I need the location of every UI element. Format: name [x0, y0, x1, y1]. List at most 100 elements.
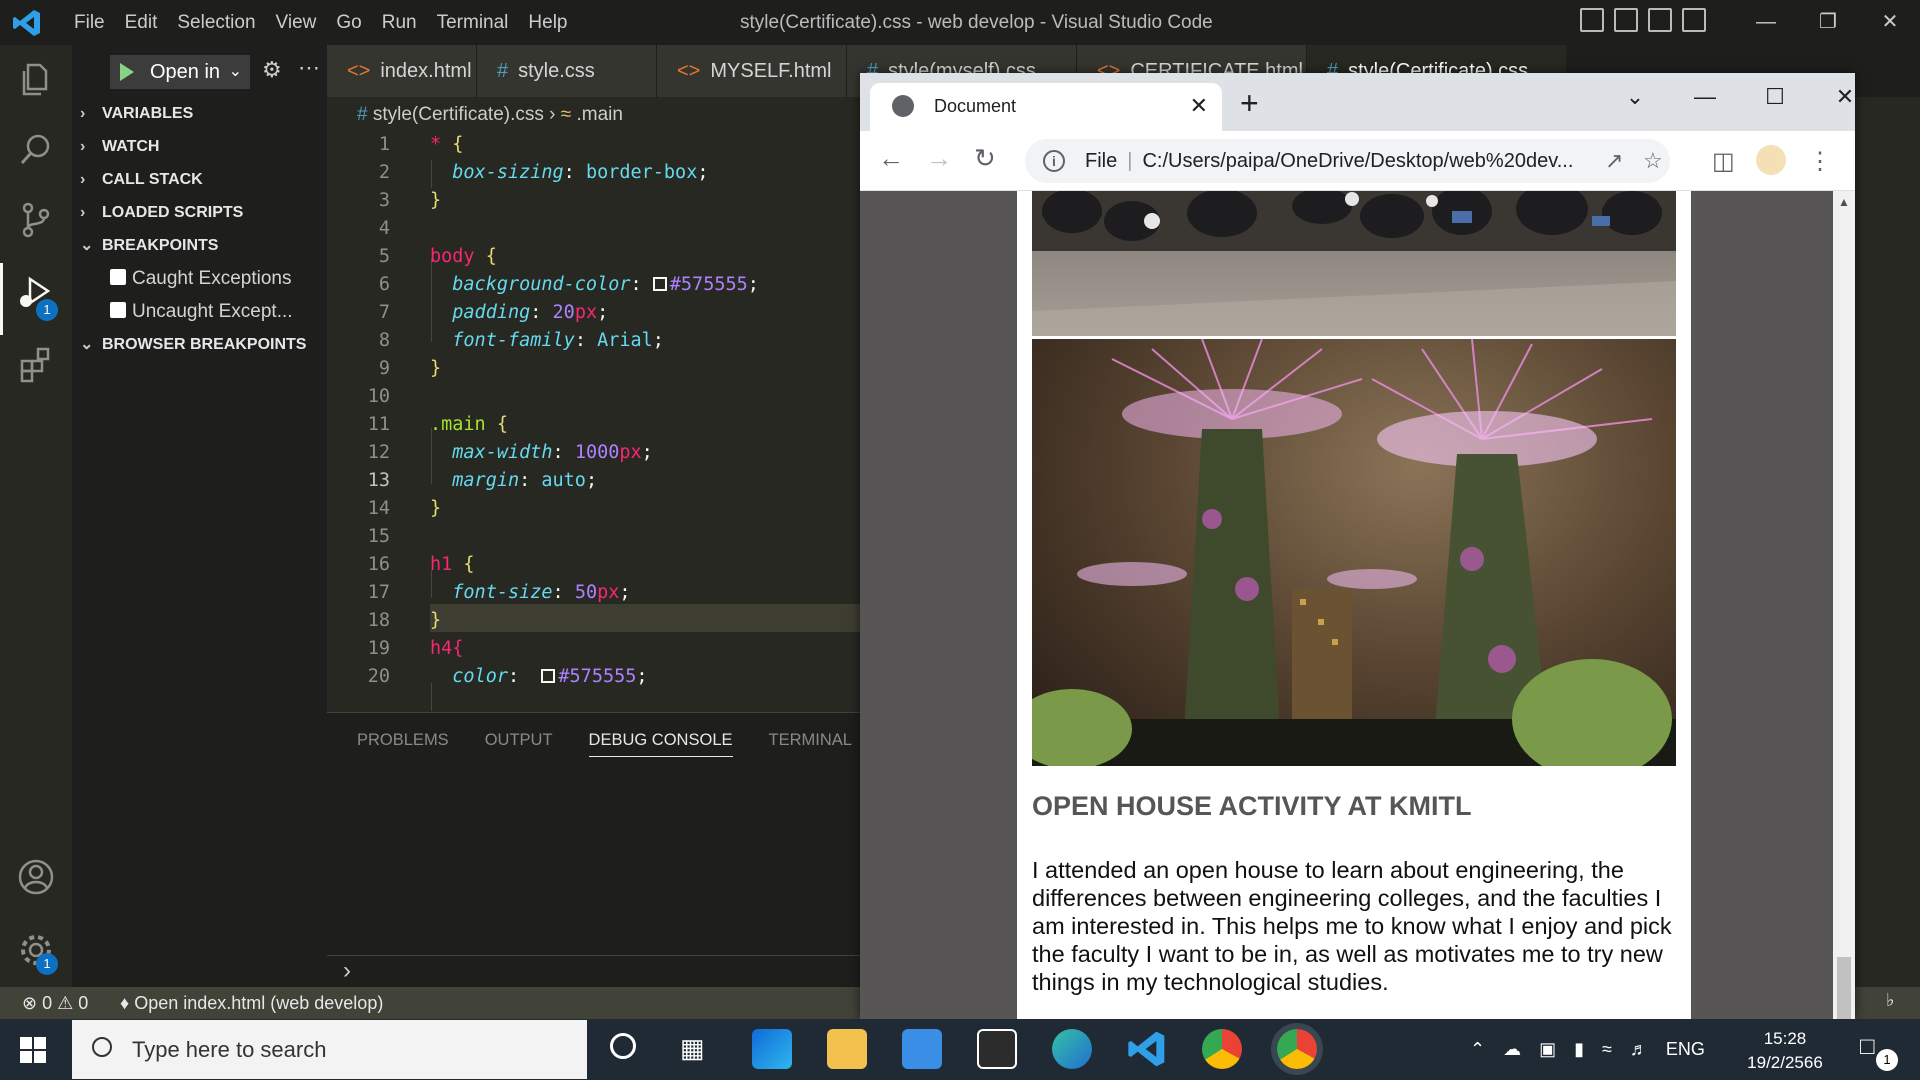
code-line: box-sizing: border-box;: [452, 162, 709, 183]
more-actions-icon[interactable]: ⋯: [298, 55, 320, 81]
chrome-app-icon[interactable]: [1202, 1029, 1242, 1069]
profile-avatar[interactable]: [1756, 145, 1786, 175]
launch-status[interactable]: ♦ Open index.html (web develop): [120, 987, 383, 1019]
windows-start-icon[interactable]: [20, 1037, 46, 1063]
line-number: 10: [367, 386, 390, 407]
menu-help[interactable]: Help: [518, 0, 577, 45]
browser-scrollbar[interactable]: ▲: [1833, 191, 1855, 1019]
restore-icon[interactable]: ❐: [1797, 0, 1859, 45]
close-icon[interactable]: ✕: [1810, 77, 1880, 117]
menu-view[interactable]: View: [266, 0, 327, 45]
onedrive-cloud-icon[interactable]: ☁: [1503, 1039, 1521, 1060]
tab-problems[interactable]: PROBLEMS: [357, 731, 449, 757]
battery-icon[interactable]: ▮: [1574, 1039, 1584, 1060]
debug-sidebar: Open in ⌄ ⚙ ⋯ › VARIABLES › WATCH › CALL ST…: [72, 45, 327, 987]
code-line: font-family: Arial;: [452, 330, 664, 351]
taskbar-search-box[interactable]: Type here to search: [72, 1020, 587, 1079]
address-bar[interactable]: i File | C:/Users/paipa/OneDrive/Desktop/w…: [1025, 139, 1670, 183]
scrollbar-thumb[interactable]: [1837, 957, 1851, 1019]
tab-style-css[interactable]: # style.css: [477, 45, 657, 97]
close-icon[interactable]: ✕: [1859, 0, 1920, 45]
forward-icon[interactable]: →: [926, 143, 952, 174]
toggle-secondary-sidebar-icon[interactable]: [1648, 8, 1672, 32]
tab-myself-html[interactable]: <> MYSELF.html: [657, 45, 847, 97]
reload-icon[interactable]: ↻: [974, 143, 996, 174]
minimize-icon[interactable]: —: [1670, 77, 1740, 117]
breakpoint-caught-exceptions[interactable]: Caught Exceptions: [110, 262, 325, 295]
settings-badge: 1: [36, 953, 58, 975]
minimize-icon[interactable]: —: [1735, 0, 1797, 45]
code-editor[interactable]: 1 2 3 4 5 6 7 8 9 10 11 12 13 14 15 16 1…: [327, 132, 860, 712]
taskbar-clock[interactable]: 15:28 19/2/2566: [1740, 1027, 1830, 1075]
code-line: margin: auto;: [452, 470, 598, 491]
notifications-bell-icon[interactable]: ♭: [1886, 990, 1895, 1011]
tab-index-html[interactable]: <> index.html: [327, 45, 477, 97]
toggle-sidebar-icon[interactable]: [1580, 8, 1604, 32]
chevron-down-icon: ⌄: [228, 63, 242, 80]
color-swatch[interactable]: [541, 668, 556, 683]
customize-layout-icon[interactable]: [1682, 8, 1706, 32]
menu-file[interactable]: File: [64, 0, 115, 45]
close-tab-icon[interactable]: ✕: [1190, 83, 1208, 129]
section-loaded-scripts[interactable]: › LOADED SCRIPTS: [72, 196, 327, 229]
color-swatch[interactable]: [652, 276, 667, 291]
more-menu-icon[interactable]: ⋮: [1808, 147, 1832, 176]
tab-debug-console[interactable]: DEBUG CONSOLE: [588, 731, 733, 757]
edge-app-icon[interactable]: [1052, 1029, 1092, 1069]
cortana-icon[interactable]: [610, 1033, 636, 1059]
tab-terminal[interactable]: TERMINAL: [769, 731, 852, 757]
security-icon[interactable]: ▣: [1539, 1039, 1556, 1060]
tab-output[interactable]: OUTPUT: [485, 731, 553, 757]
breadcrumb-file[interactable]: style(Certificate).css: [373, 104, 544, 125]
gear-icon[interactable]: ⚙: [262, 57, 282, 83]
wifi-icon[interactable]: ≈: [1602, 1039, 1612, 1060]
breadcrumb-symbol[interactable]: .main: [577, 104, 623, 125]
start-debugging-icon[interactable]: [120, 63, 134, 81]
scroll-up-icon[interactable]: ▲: [1838, 195, 1850, 209]
menu-terminal[interactable]: Terminal: [427, 0, 519, 45]
console-prompt-icon[interactable]: ›: [343, 957, 351, 985]
section-browser-breakpoints[interactable]: ⌄ BROWSER BREAKPOINTS: [72, 328, 327, 361]
menu-edit[interactable]: Edit: [115, 0, 168, 45]
side-panel-icon[interactable]: ◫: [1712, 147, 1735, 176]
browser-tab[interactable]: Document ✕: [870, 83, 1222, 131]
chrome-active-app-icon[interactable]: [1277, 1029, 1317, 1069]
notification-center-icon[interactable]: □: [1860, 1033, 1875, 1061]
launch-config-select[interactable]: Open in ⌄: [110, 55, 250, 89]
toggle-panel-icon[interactable]: [1614, 8, 1638, 32]
share-icon[interactable]: ↗: [1605, 139, 1623, 183]
line-number: 11: [367, 414, 390, 435]
menu-selection[interactable]: Selection: [167, 0, 265, 45]
vscode-app-icon[interactable]: [1127, 1029, 1167, 1069]
menu-run[interactable]: Run: [372, 0, 427, 45]
section-variables[interactable]: › VARIABLES: [72, 97, 327, 130]
extensions-icon[interactable]: [16, 345, 56, 385]
mail-app-icon[interactable]: [902, 1029, 942, 1069]
search-icon[interactable]: [16, 130, 56, 170]
menu-go[interactable]: Go: [326, 0, 371, 45]
language-indicator[interactable]: ENG: [1666, 1039, 1705, 1060]
explorer-icon[interactable]: [16, 59, 56, 99]
source-control-icon[interactable]: [16, 200, 56, 240]
new-tab-icon[interactable]: +: [1240, 85, 1259, 122]
maximize-icon[interactable]: ☐: [1740, 77, 1810, 117]
store-app-icon[interactable]: [977, 1029, 1017, 1069]
file-explorer-app-icon[interactable]: [827, 1029, 867, 1069]
section-watch[interactable]: › WATCH: [72, 130, 327, 163]
task-view-icon[interactable]: ▦: [680, 1033, 705, 1064]
bookmark-star-icon[interactable]: ☆: [1643, 139, 1663, 183]
volume-icon[interactable]: ♬: [1630, 1039, 1648, 1060]
edge-legacy-app-icon[interactable]: [752, 1029, 792, 1069]
section-breakpoints[interactable]: ⌄ BREAKPOINTS: [72, 229, 327, 262]
accounts-icon[interactable]: [16, 857, 56, 897]
checkbox[interactable]: [110, 302, 126, 319]
errors-status[interactable]: ⊗ 0 ⚠ 0: [22, 987, 88, 1019]
breakpoint-uncaught-exceptions[interactable]: Uncaught Except...: [110, 295, 325, 328]
checkbox[interactable]: [110, 269, 126, 286]
section-call-stack[interactable]: › CALL STACK: [72, 163, 327, 196]
line-number: 17: [367, 582, 390, 603]
info-icon[interactable]: i: [1043, 150, 1065, 172]
show-hidden-icons-icon[interactable]: ⌃: [1470, 1039, 1485, 1060]
back-icon[interactable]: ←: [878, 143, 904, 174]
tab-search-icon[interactable]: ⌄: [1600, 77, 1670, 117]
